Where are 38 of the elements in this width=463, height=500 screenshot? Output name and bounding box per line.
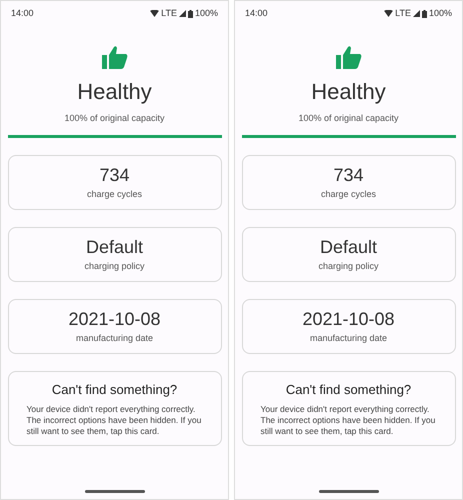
clock: 14:00 [245, 7, 268, 20]
battery-icon [422, 10, 427, 18]
card-value: Default [86, 236, 144, 258]
card-label: charge cycles [86, 188, 142, 201]
health-title: Healthy [77, 80, 152, 102]
notice-title: Can't find something? [52, 381, 178, 399]
notice-text: Your device didn't report everything correctly. The incorrect options have been hidden. If you still want to see them, tap this card. [260, 404, 436, 436]
battery-percent: 100% [428, 7, 452, 20]
card-label: charging policy [318, 260, 379, 273]
card-label: charge cycles [320, 188, 376, 201]
notice-card[interactable]: Can't find something? Your device didn't report everything correctly. The incorrect options have been hidden. If you still want to see them, tap this card. [8, 371, 222, 446]
home-indicator[interactable] [318, 490, 378, 493]
signal-icon [178, 10, 186, 18]
thumbs-up-icon [102, 44, 128, 68]
card-value: 2021-10-08 [68, 308, 161, 330]
wifi-icon [384, 10, 394, 18]
card-value: 2021-10-08 [302, 308, 395, 330]
clock: 14:00 [11, 7, 34, 20]
notice-text: Your device didn't report everything correctly. The incorrect options have been hidden. If you still want to see them, tap this card. [26, 404, 202, 436]
capacity-text: 100% of original capacity [64, 112, 165, 125]
card-label: manufacturing date [310, 332, 388, 345]
network-label: LTE [395, 7, 411, 20]
thumbs-up-icon [336, 44, 362, 68]
network-label: LTE [161, 7, 177, 20]
battery-percent: 100% [194, 7, 218, 20]
notice-card[interactable]: Can't find something? Your device didn't report everything correctly. The incorrect options have been hidden. If you still want to see them, tap this card. [242, 371, 456, 446]
home-indicator[interactable] [84, 490, 144, 493]
card-value: Default [320, 236, 378, 258]
card-value: 734 [333, 164, 364, 186]
wifi-icon [150, 10, 160, 18]
signal-icon [412, 10, 420, 18]
card-label: manufacturing date [76, 332, 154, 345]
card-label: charging policy [84, 260, 145, 273]
card-value: 734 [99, 164, 130, 186]
notice-title: Can't find something? [286, 381, 412, 399]
battery-icon [188, 10, 193, 18]
capacity-text: 100% of original capacity [298, 112, 399, 125]
health-title: Healthy [311, 80, 386, 102]
